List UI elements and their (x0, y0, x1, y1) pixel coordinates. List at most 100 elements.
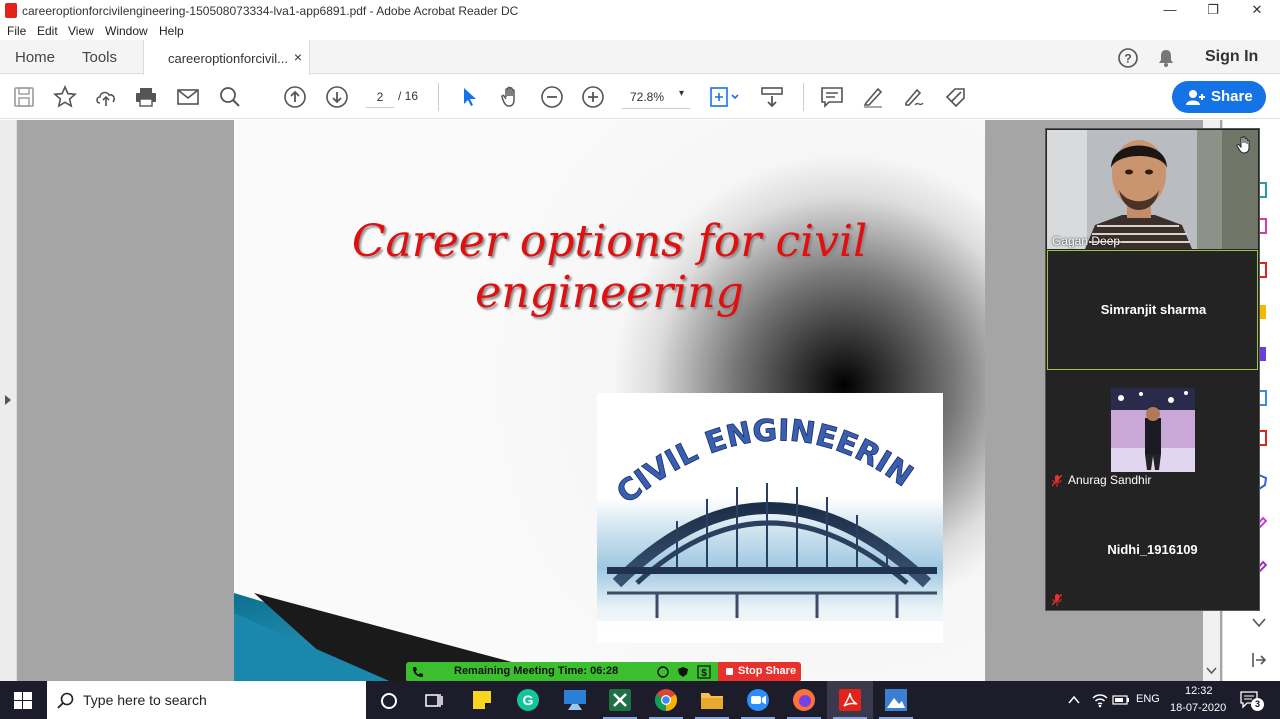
bell-icon[interactable] (1157, 48, 1175, 68)
remote-desktop-app[interactable] (552, 681, 598, 719)
chrome-app[interactable] (643, 681, 689, 719)
toolbar-divider (438, 83, 439, 111)
comment-icon[interactable] (820, 85, 844, 109)
help-icon[interactable]: ? (1117, 47, 1139, 69)
expand-pane-icon[interactable] (4, 394, 12, 406)
wifi-icon[interactable] (1092, 692, 1108, 708)
zoom-value: 72.8% (630, 90, 665, 104)
sign-pen-icon[interactable] (902, 85, 926, 109)
zoom-select[interactable]: 72.8% ▾ (622, 83, 690, 109)
page-number-input[interactable] (366, 86, 394, 108)
participant-avatar (1111, 388, 1195, 472)
select-pointer-icon[interactable] (458, 85, 482, 109)
taskbar-search-box[interactable]: Type here to search (47, 681, 366, 719)
chevron-down-icon[interactable] (1252, 618, 1266, 628)
battery-icon[interactable] (1112, 694, 1130, 706)
tab-document[interactable]: careeroptionforcivil... × (143, 40, 310, 75)
tab-document-label: careeroptionforcivil... (168, 51, 288, 66)
acrobat-app[interactable] (827, 681, 873, 719)
folder-icon (701, 693, 723, 709)
fit-page-icon[interactable] (708, 85, 742, 109)
clock-time[interactable]: 12:32 (1185, 685, 1213, 697)
photos-app[interactable] (873, 681, 919, 719)
menu-file[interactable]: File (7, 24, 26, 38)
share-button[interactable]: Share (1172, 81, 1266, 113)
print-icon[interactable] (134, 85, 158, 109)
close-tab-button[interactable]: × (294, 49, 302, 65)
task-view-icon[interactable] (425, 692, 443, 709)
scroll-down-arrow-icon[interactable] (1206, 667, 1217, 675)
email-icon[interactable] (176, 85, 200, 109)
search-icon (57, 692, 74, 709)
acrobat-icon (5, 3, 17, 18)
window-titlebar: careeroptionforcivilengineering-15050807… (0, 0, 1280, 22)
chevron-up-icon[interactable] (1068, 696, 1080, 704)
file-explorer-app[interactable] (689, 681, 735, 719)
tab-home[interactable]: Home (15, 49, 55, 66)
upload-cloud-icon[interactable] (94, 85, 118, 109)
hand-tool-icon[interactable] (499, 85, 523, 109)
zoom-out-icon[interactable] (540, 85, 564, 109)
input-language[interactable]: ENG (1136, 693, 1160, 705)
firefox-app[interactable] (781, 681, 827, 719)
left-nav-pane[interactable] (0, 120, 17, 681)
chrome-icon (655, 689, 677, 711)
stop-share-button[interactable]: Stop Share (718, 662, 801, 682)
participant-tile-video[interactable]: Gagan Deep (1047, 130, 1258, 249)
sticky-notes-app[interactable] (459, 681, 505, 719)
main-toolbar: / 16 72.8% ▾ (0, 75, 1280, 119)
minimize-button[interactable]: — (1147, 0, 1193, 22)
participant-name: Simranjit sharma (1100, 302, 1207, 317)
page-total: / 16 (398, 89, 419, 103)
sign-in-link[interactable]: Sign In (1205, 48, 1258, 66)
cortana-icon[interactable] (380, 692, 398, 710)
bookmark-star-icon[interactable] (53, 85, 77, 109)
bridge-illustration: CIVIL ENGINEERING (597, 393, 943, 643)
grammarly-app[interactable]: G (505, 681, 551, 719)
remote-desktop-icon (564, 690, 586, 710)
menu-help[interactable]: Help (159, 24, 184, 38)
menu-edit[interactable]: Edit (37, 24, 58, 38)
stop-icon (726, 668, 733, 675)
share-button-label: Share (1211, 88, 1253, 105)
system-tray: ENG 12:32 18-07-2020 3 (1060, 681, 1280, 719)
search-icon[interactable] (218, 85, 242, 109)
previous-page-icon[interactable] (283, 85, 307, 109)
save-icon[interactable] (12, 85, 36, 109)
add-person-icon (1186, 90, 1205, 105)
participant-tile-active[interactable]: Simranjit sharma (1047, 250, 1258, 370)
zoom-app[interactable] (735, 681, 781, 719)
dollar-icon: $ (697, 665, 711, 679)
next-page-icon[interactable] (325, 85, 349, 109)
participant-tile-avatar[interactable]: Anurag Sandhir (1047, 371, 1258, 491)
highlight-pen-icon[interactable] (861, 85, 885, 109)
participant-name: Anurag Sandhir (1068, 473, 1152, 487)
clock-date[interactable]: 18-07-2020 (1170, 702, 1226, 714)
collapse-pane-icon[interactable] (1251, 652, 1267, 668)
shield-icon (678, 667, 688, 677)
hand-cursor-icon (1236, 136, 1250, 154)
excel-icon (609, 689, 631, 711)
scroll-mode-icon[interactable] (760, 85, 784, 109)
toolbar-divider (803, 83, 804, 111)
svg-text:G: G (523, 692, 534, 708)
tab-tools[interactable]: Tools (82, 49, 117, 66)
close-window-button[interactable]: ✕ (1234, 0, 1280, 22)
svg-text:?: ? (1124, 52, 1131, 66)
participant-video-feed (1047, 130, 1258, 249)
photos-icon (885, 689, 907, 711)
fill-sign-icon[interactable] (944, 85, 968, 109)
participant-tile[interactable]: Nidhi_1916109 (1047, 492, 1258, 610)
restore-button[interactable]: ❐ (1190, 0, 1236, 22)
excel-app[interactable] (597, 681, 643, 719)
zoom-in-icon[interactable] (581, 85, 605, 109)
civil-engineering-image: CIVIL ENGINEERING (597, 393, 943, 643)
muted-mic-icon (1052, 475, 1062, 487)
windows-taskbar: Type here to search G ENG 12:32 18-07-20… (0, 681, 1280, 719)
acrobat-taskbar-icon (839, 689, 861, 711)
menu-view[interactable]: View (68, 24, 94, 38)
windows-start-icon[interactable] (14, 692, 32, 709)
firefox-icon (793, 689, 815, 711)
phone-icon (413, 667, 423, 677)
menu-window[interactable]: Window (105, 24, 148, 38)
